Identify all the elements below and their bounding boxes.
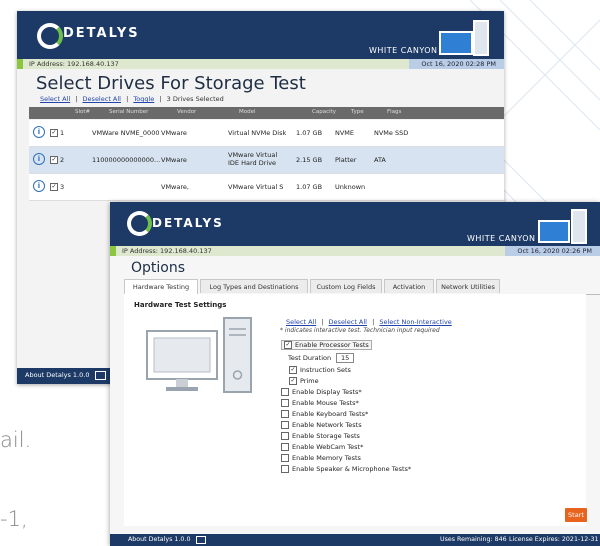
detalys-logo-icon xyxy=(127,211,152,236)
instruction-sets-checkbox[interactable]: ✓ xyxy=(289,366,297,374)
table-row[interactable]: i ✓ 2 110000000000000... VMware VMware V… xyxy=(29,147,504,174)
interactive-note: * indicates interactive test. Technician… xyxy=(280,327,440,334)
ip-bar: IP Address: 192.168.40.137 Oct 16, 2020 … xyxy=(110,246,600,256)
table-row[interactable]: i ✓ 3 VMware, VMware Virtual S 1.07 GB U… xyxy=(29,174,504,201)
test-duration-input[interactable]: 15 xyxy=(336,353,355,363)
uses-remaining: Uses Remaining: 846 xyxy=(440,536,507,543)
display-tests-option[interactable]: Enable Display Tests* xyxy=(281,388,362,396)
tower-icon xyxy=(571,209,587,244)
network-tests-option[interactable]: Enable Network Tests xyxy=(281,421,362,429)
checkbox[interactable] xyxy=(281,443,289,451)
mouse-tests-option[interactable]: Enable Mouse Tests* xyxy=(281,399,359,407)
white-canyon-logo: WHITE CANYON xyxy=(467,234,536,243)
speaker-microphone-tests-option[interactable]: Enable Speaker & Microphone Tests* xyxy=(281,465,411,473)
start-button[interactable]: Start xyxy=(565,508,587,522)
ip-address: IP Address: 192.168.40.137 xyxy=(122,247,212,255)
column-header: Capacity xyxy=(312,109,337,115)
column-header: Serial Number xyxy=(109,109,149,115)
tab-custom-log-fields[interactable]: Custom Log Fields xyxy=(310,279,382,293)
about-link[interactable]: About Detalys 1.0.0 xyxy=(25,371,89,379)
app-footer: About Detalys 1.0.0 Uses Remaining: 846 … xyxy=(110,534,600,546)
monitor-small-icon xyxy=(95,371,106,380)
drives-table-header: Slot# Serial Number Vendor Model Capacit… xyxy=(29,107,504,119)
checkbox[interactable] xyxy=(281,465,289,473)
computer-illustration-icon xyxy=(146,317,252,393)
drives-selected-count: 3 Drives Selected xyxy=(166,95,224,103)
tab-activation[interactable]: Activation xyxy=(384,279,434,293)
prime-option[interactable]: ✓ Prime xyxy=(289,377,319,385)
tab-network-utilities[interactable]: Network Utilities xyxy=(436,279,500,293)
webcam-test-option[interactable]: Enable WebCam Test* xyxy=(281,443,363,451)
test-duration-row: Test Duration 15 xyxy=(288,353,355,363)
drive-checkbox[interactable]: ✓ xyxy=(50,183,58,191)
app-header: DETALYS WHITE CANYON xyxy=(110,202,600,246)
selection-toolbar: Select All | Deselect All | Select Non-I… xyxy=(286,318,452,326)
drive-checkbox[interactable]: ✓ xyxy=(50,156,58,164)
prime-checkbox[interactable]: ✓ xyxy=(289,377,297,385)
about-link[interactable]: About Detalys 1.0.0 xyxy=(128,536,190,543)
instruction-sets-option[interactable]: ✓ Instruction Sets xyxy=(289,366,351,374)
processor-checkbox[interactable]: ✓ xyxy=(284,341,292,349)
select-all-link[interactable]: Select All xyxy=(286,318,316,326)
checkbox[interactable] xyxy=(281,454,289,462)
ip-address: IP Address: 192.168.40.137 xyxy=(29,60,119,68)
background-text-line1: ail. xyxy=(0,428,32,452)
brand-name: DETALYS xyxy=(63,26,140,41)
hardware-testing-panel: Hardware Test Settings Select All | Dese… xyxy=(124,294,586,526)
drive-checkbox[interactable]: ✓ xyxy=(50,129,58,137)
deselect-all-link[interactable]: Deselect All xyxy=(83,95,121,103)
column-header: Slot# xyxy=(75,109,91,115)
checkbox[interactable] xyxy=(281,388,289,396)
selection-toolbar: Select All | Deselect All | Toggle | 3 D… xyxy=(40,95,224,103)
tab-hardware-testing[interactable]: Hardware Testing xyxy=(124,279,198,295)
checkbox[interactable] xyxy=(281,421,289,429)
column-header: Type xyxy=(351,109,364,115)
info-icon[interactable]: i xyxy=(33,126,45,138)
column-header: Flags xyxy=(387,109,402,115)
column-header: Model xyxy=(239,109,256,115)
enable-processor-option[interactable]: ✓ Enable Processor Tests xyxy=(281,340,372,350)
white-canyon-logo: WHITE CANYON xyxy=(369,46,438,55)
app-header: DETALYS WHITE CANYON xyxy=(17,11,504,59)
memory-tests-option[interactable]: Enable Memory Tests xyxy=(281,454,361,462)
table-row[interactable]: i ✓ 1 VMWare NVME_0000 VMware Virtual NV… xyxy=(29,120,504,147)
license-expires: License Expires: 2021-12-31 xyxy=(509,536,599,543)
checkbox[interactable] xyxy=(281,399,289,407)
monitor-small-icon xyxy=(196,536,206,544)
monitor-icon xyxy=(538,220,570,243)
select-all-link[interactable]: Select All xyxy=(40,95,70,103)
info-icon[interactable]: i xyxy=(33,180,45,192)
deselect-all-link[interactable]: Deselect All xyxy=(329,318,367,326)
detalys-logo-icon xyxy=(37,23,63,49)
info-icon[interactable]: i xyxy=(33,153,45,165)
tab-log-types[interactable]: Log Types and Destinations xyxy=(200,279,308,293)
checkbox[interactable] xyxy=(281,410,289,418)
monitor-icon xyxy=(439,31,473,55)
datetime: Oct 16, 2020 02:26 PM xyxy=(505,246,600,256)
select-non-interactive-link[interactable]: Select Non-Interactive xyxy=(379,318,451,326)
section-title: Hardware Test Settings xyxy=(134,301,227,309)
keyboard-tests-option[interactable]: Enable Keyboard Tests* xyxy=(281,410,368,418)
page-title: Select Drives For Storage Test xyxy=(36,73,306,94)
storage-tests-option[interactable]: Enable Storage Tests xyxy=(281,432,360,440)
options-window: DETALYS WHITE CANYON IP Address: 192.168… xyxy=(110,202,600,546)
datetime: Oct 16, 2020 02:28 PM xyxy=(409,59,504,69)
page-title: Options xyxy=(131,260,186,276)
column-header: Vendor xyxy=(177,109,197,115)
toggle-link[interactable]: Toggle xyxy=(133,95,154,103)
checkbox[interactable] xyxy=(281,432,289,440)
background-text-line2: -1, xyxy=(0,507,28,531)
ip-bar: IP Address: 192.168.40.137 Oct 16, 2020 … xyxy=(17,59,504,69)
tower-icon xyxy=(473,20,489,56)
brand-name: DETALYS xyxy=(152,216,224,230)
options-tabs: Hardware Testing Log Types and Destinati… xyxy=(124,279,600,295)
